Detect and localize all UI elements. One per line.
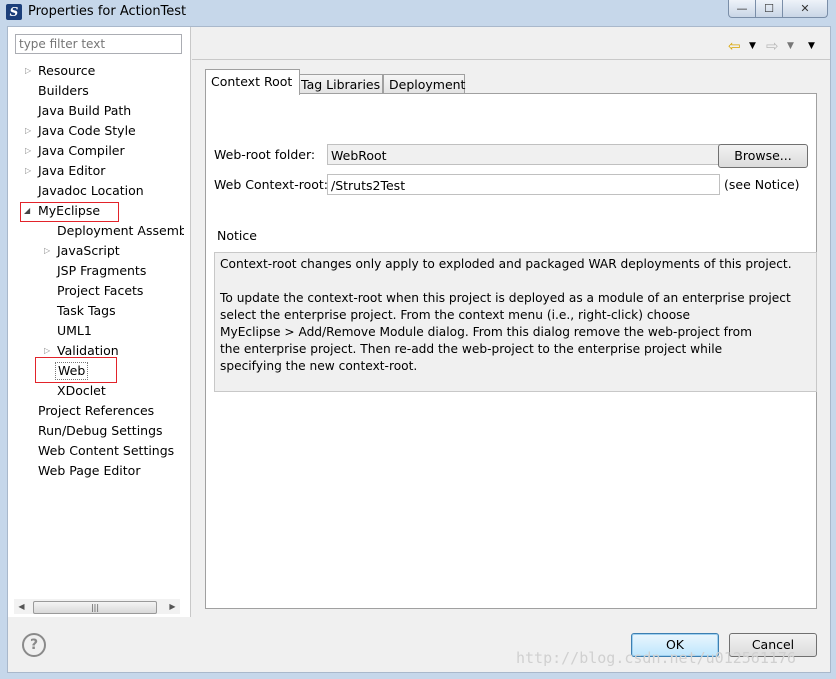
context-root-input[interactable]: /Struts2Test (327, 174, 720, 195)
highlight-box-myeclipse (20, 202, 119, 222)
notice-line: To update the context-root when this pro… (220, 291, 791, 305)
tree-item-java-editor[interactable]: Java Editor (38, 162, 105, 180)
web-root-label: Web-root folder: (214, 147, 316, 162)
scrollbar-thumb[interactable]: ||| (33, 601, 157, 614)
tree-item-deployment-assembly[interactable]: Deployment Assembly (57, 222, 184, 240)
tree-item-task-tags[interactable]: Task Tags (57, 302, 116, 320)
notice-line: specifying the new context-root. (220, 359, 418, 373)
highlight-box-web (35, 357, 117, 383)
properties-dialog: S Properties for ActionTest — ☐ ✕ ▷ Reso… (0, 0, 836, 679)
notice-text-box: Context-root changes only apply to explo… (214, 252, 817, 392)
tree-item-java-build-path[interactable]: Java Build Path (38, 102, 131, 120)
tree-item-project-facets[interactable]: Project Facets (57, 282, 143, 300)
web-root-field: WebRoot (327, 144, 720, 165)
context-root-label: Web Context-root: (214, 177, 328, 192)
tree-item-run-debug-settings[interactable]: Run/Debug Settings (38, 422, 163, 440)
tree-item-web-page-editor[interactable]: Web Page Editor (38, 462, 140, 480)
dialog-client-area: ▷ Resource Builders Java Build Path ▷ Ja… (7, 26, 831, 673)
expand-arrow-icon[interactable]: ▷ (25, 122, 31, 140)
chevron-down-icon[interactable]: ▼ (787, 37, 794, 55)
tree-item-jsp-fragments[interactable]: JSP Fragments (57, 262, 146, 280)
notice-heading: Notice (217, 228, 257, 243)
tree-item-javascript[interactable]: JavaScript (57, 242, 120, 260)
tree-item-java-compiler[interactable]: Java Compiler (38, 142, 125, 160)
preference-tree: ▷ Resource Builders Java Build Path ▷ Ja… (8, 61, 184, 601)
back-arrow-icon[interactable]: ⇦ (728, 37, 741, 55)
view-menu-icon[interactable]: ▼ (808, 37, 815, 55)
notice-line: select the enterprise project. From the … (220, 308, 691, 322)
notice-line: Context-root changes only apply to explo… (220, 257, 792, 271)
tree-item-javadoc-location[interactable]: Javadoc Location (38, 182, 144, 200)
notice-line: MyEclipse > Add/Remove Module dialog. Fr… (220, 325, 752, 339)
scroll-right-icon[interactable]: ▶ (165, 599, 180, 614)
tab-deployment[interactable]: Deployment (383, 74, 465, 94)
tab-tag-libraries[interactable]: Tag Libraries (295, 74, 383, 94)
tab-context-root[interactable]: Context Root (205, 69, 300, 95)
expand-arrow-icon[interactable]: ▷ (25, 62, 31, 80)
history-navigation: ⇦ ▼ ⇨ ▼ ▼ (722, 37, 822, 55)
tree-item-java-code-style[interactable]: Java Code Style (38, 122, 136, 140)
help-button[interactable]: ? (22, 633, 46, 657)
forward-arrow-icon[interactable]: ⇨ (766, 37, 779, 55)
browse-button[interactable]: Browse... (718, 144, 808, 168)
maximize-button[interactable]: ☐ (755, 0, 783, 18)
filter-input[interactable] (15, 34, 182, 54)
scroll-left-icon[interactable]: ◀ (14, 599, 29, 614)
tree-item-resource[interactable]: Resource (38, 62, 95, 80)
expand-arrow-icon[interactable]: ▷ (25, 142, 31, 160)
notice-line: the enterprise project. Then re-add the … (220, 342, 723, 356)
tree-item-web-content-settings[interactable]: Web Content Settings (38, 442, 174, 460)
preference-tree-pane: ▷ Resource Builders Java Build Path ▷ Ja… (8, 27, 191, 617)
see-notice-label: (see Notice) (724, 177, 800, 192)
tree-item-xdoclet[interactable]: XDoclet (57, 382, 106, 400)
property-page-pane: ⇦ ▼ ⇨ ▼ ▼ Context Root Tag Libraries Dep… (192, 27, 830, 617)
window-title: Properties for ActionTest (28, 4, 187, 19)
expand-arrow-icon[interactable]: ▷ (44, 242, 50, 260)
context-root-page: Web-root folder: WebRoot Browse... Web C… (205, 93, 817, 609)
tree-item-uml1[interactable]: UML1 (57, 322, 92, 340)
myeclipse-app-icon: S (6, 4, 22, 20)
minimize-button[interactable]: — (728, 0, 756, 18)
tree-item-project-references[interactable]: Project References (38, 402, 154, 420)
watermark-text: http://blog.csdn.net/u012561176 (516, 649, 796, 667)
tree-item-builders[interactable]: Builders (38, 82, 89, 100)
chevron-down-icon[interactable]: ▼ (749, 37, 756, 55)
title-bar[interactable]: S Properties for ActionTest — ☐ ✕ (0, 0, 836, 24)
horizontal-scrollbar[interactable]: ◀ ||| ▶ (14, 599, 180, 614)
header-divider (192, 59, 830, 60)
expand-arrow-icon[interactable]: ▷ (25, 162, 31, 180)
close-button[interactable]: ✕ (782, 0, 828, 18)
